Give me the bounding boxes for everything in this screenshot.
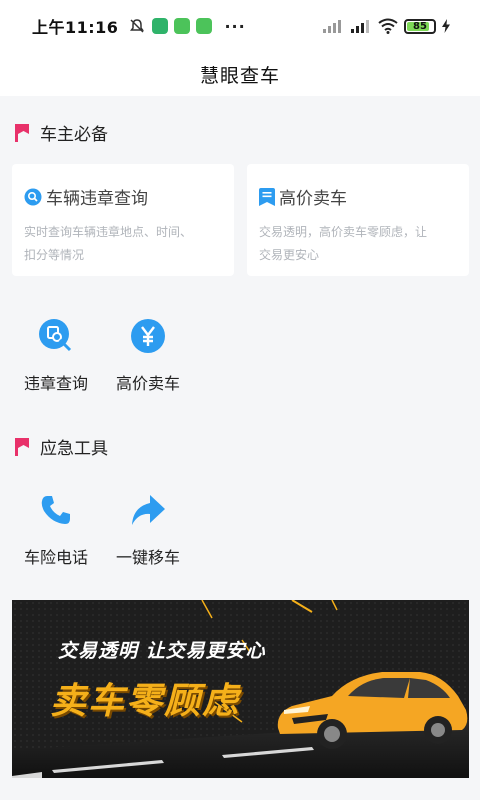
notification-icons: ··· bbox=[128, 17, 245, 36]
tile-label: 一键移车 bbox=[115, 548, 180, 567]
flag-icon bbox=[15, 123, 29, 142]
battery-percent: 85 bbox=[413, 20, 427, 32]
status-time: 上午11:16 bbox=[32, 18, 119, 37]
shield-app-icon bbox=[152, 18, 169, 34]
search-doc-icon bbox=[24, 188, 42, 205]
card-title: 车辆违章查询 bbox=[46, 189, 148, 209]
cellular-signal-icon-2 bbox=[351, 20, 369, 33]
status-right: 85 bbox=[322, 18, 450, 34]
tile-label: 高价卖车 bbox=[115, 374, 180, 393]
card-description: 交易透明，高价卖车零顾虑，让 交易更安心 bbox=[259, 221, 457, 267]
chat-app-icon-2 bbox=[196, 18, 213, 34]
banner-tagline: 交易透明 让交易更安心 bbox=[58, 640, 266, 662]
mute-bell-icon bbox=[130, 19, 145, 33]
card-title: 高价卖车 bbox=[279, 189, 347, 209]
tile-label: 违章查询 bbox=[23, 374, 88, 393]
yuan-icon bbox=[128, 316, 168, 356]
card-title-row: 高价卖车 bbox=[259, 184, 457, 209]
card-desc-line: 扣分等情况 bbox=[24, 248, 85, 262]
promo-banner[interactable]: 交易透明 让交易更安心 卖车零顾虑 bbox=[12, 600, 469, 778]
phone-icon bbox=[36, 490, 76, 530]
violation-query-card[interactable]: 车辆违章查询 实时查询车辆违章地点、时间、 扣分等情况 bbox=[12, 164, 234, 276]
car-illustration bbox=[277, 672, 468, 749]
card-desc-line: 交易更安心 bbox=[259, 248, 320, 262]
card-desc-line: 交易透明，高价卖车零顾虑，让 bbox=[259, 225, 428, 239]
charging-icon bbox=[442, 19, 450, 33]
battery-indicator: 85 bbox=[404, 18, 436, 34]
section-header-owner: 车主必备 bbox=[14, 120, 108, 145]
search-icon bbox=[36, 316, 76, 356]
tile-insurance-phone[interactable]: 车险电话 bbox=[6, 490, 106, 568]
tile-label: 车险电话 bbox=[23, 548, 88, 567]
tile-move-car[interactable]: 一键移车 bbox=[98, 490, 198, 568]
card-desc-line: 实时查询车辆违章地点、时间、 bbox=[24, 225, 193, 239]
app-header: 慧眼查车 bbox=[0, 52, 480, 96]
wifi-icon bbox=[378, 18, 398, 34]
banner-headline: 卖车零顾虑 bbox=[50, 681, 241, 722]
forward-arrow-icon bbox=[128, 490, 168, 530]
tile-violation-query[interactable]: 违章查询 bbox=[6, 316, 106, 394]
section-header-emergency: 应急工具 bbox=[14, 434, 108, 459]
status-bar: 上午11:16 ··· 85 bbox=[0, 0, 480, 52]
chat-app-icon bbox=[174, 18, 191, 34]
more-notifications-icon: ··· bbox=[224, 16, 246, 36]
cellular-signal-icon bbox=[323, 20, 341, 33]
page-title: 慧眼查车 bbox=[199, 64, 280, 87]
section-title-emergency: 应急工具 bbox=[40, 439, 108, 459]
document-icon bbox=[259, 187, 275, 206]
card-title-row: 车辆违章查询 bbox=[24, 184, 222, 209]
sell-car-card[interactable]: 高价卖车 交易透明，高价卖车零顾虑，让 交易更安心 bbox=[247, 164, 469, 276]
card-description: 实时查询车辆违章地点、时间、 扣分等情况 bbox=[24, 221, 222, 267]
tile-sell-car[interactable]: 高价卖车 bbox=[98, 316, 198, 394]
section-title-owner: 车主必备 bbox=[40, 125, 108, 145]
flag-icon bbox=[15, 437, 29, 456]
